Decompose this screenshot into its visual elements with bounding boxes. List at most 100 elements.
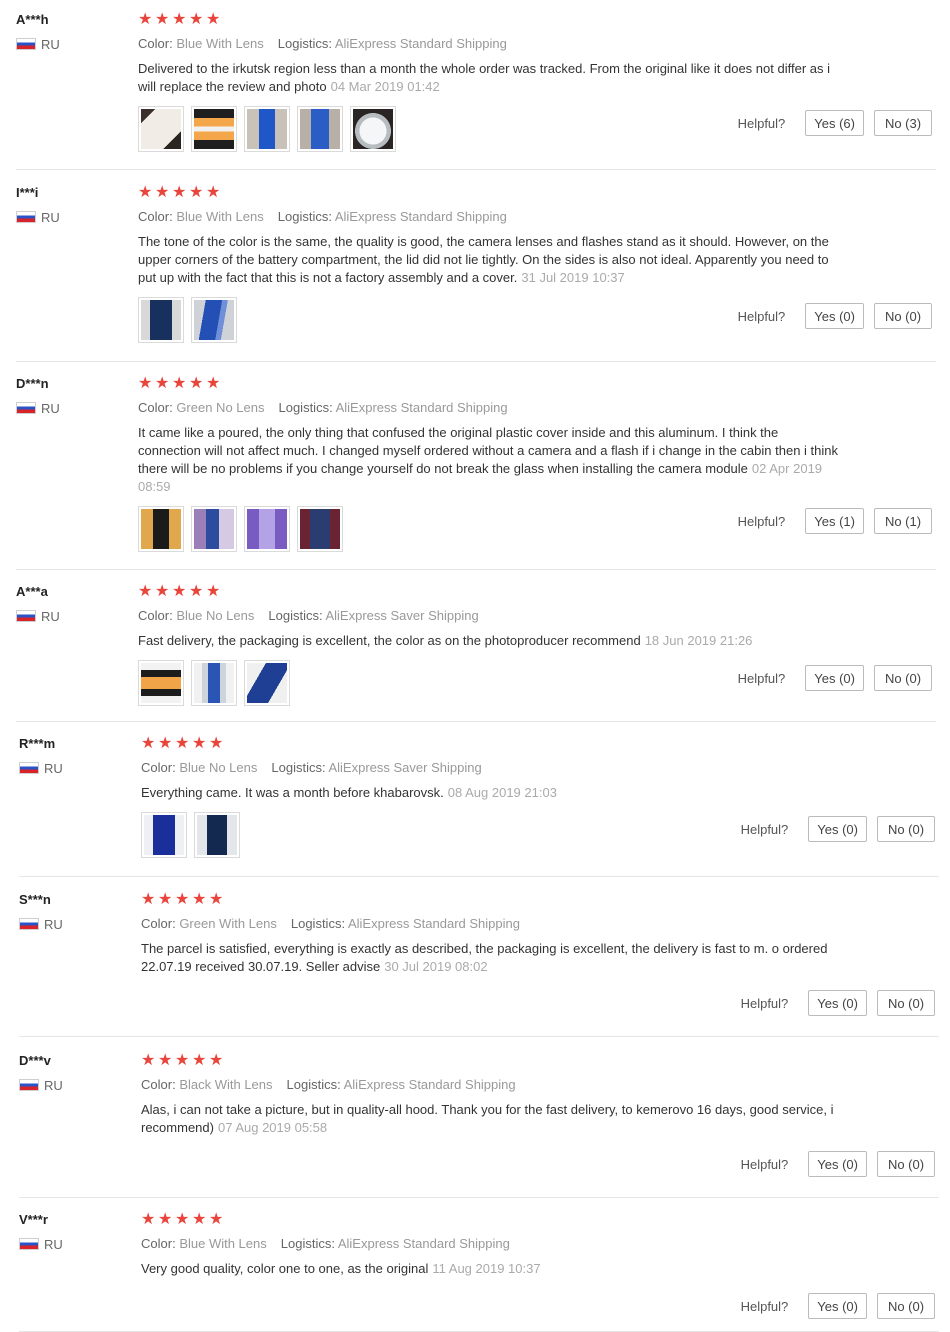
photo-thumbnail[interactable] [138, 106, 184, 152]
helpful-yes-button[interactable]: Yes (0) [808, 1293, 867, 1319]
rating-stars: ★ ★ ★ ★ ★ [138, 376, 838, 392]
star-icon: ★ [192, 891, 208, 908]
country-code: RU [44, 1236, 63, 1252]
review-date: 30 Jul 2019 08:02 [384, 959, 488, 974]
reviewer-name: S***n [19, 892, 51, 907]
photo-thumbnail[interactable] [244, 660, 290, 706]
helpful-votes: Helpful? Yes (0) No (0) [741, 1293, 935, 1319]
logistics-label: Logistics: [277, 209, 332, 224]
helpful-no-button[interactable]: No (0) [877, 816, 935, 842]
review-divider [16, 569, 936, 570]
photo-thumbnail[interactable] [350, 106, 396, 152]
star-icon: ★ [209, 1211, 225, 1228]
photo-thumbnail[interactable] [244, 106, 290, 152]
helpful-yes-button[interactable]: Yes (0) [805, 665, 864, 691]
review-text: Very good quality, color one to one, as … [141, 1260, 841, 1278]
review-text: The parcel is satisfied, everything is e… [141, 940, 841, 976]
review-divider [16, 169, 936, 170]
helpful-yes-button[interactable]: Yes (0) [805, 303, 864, 329]
photo-thumbnail[interactable] [191, 106, 237, 152]
review-text: Delivered to the irkutsk region less tha… [138, 60, 838, 96]
review-meta: Color: Blue With Lens Logistics: AliExpre… [138, 36, 838, 52]
star-icon: ★ [141, 1052, 157, 1069]
country-code: RU [44, 760, 63, 776]
rating-stars: ★ ★ ★ ★ ★ [141, 1053, 851, 1069]
review-date: 08 Aug 2019 21:03 [447, 785, 557, 800]
review-body: Everything came. It was a month before k… [141, 785, 444, 800]
review-item: I***i RU ★ ★ ★ ★ ★ Color: Blue With Lens Logisti… [16, 173, 936, 362]
flag-ru-icon [16, 402, 36, 414]
helpful-no-button[interactable]: No (1) [874, 508, 932, 534]
star-icon: ★ [189, 583, 205, 600]
star-icon: ★ [175, 891, 191, 908]
photo-thumbnail[interactable] [191, 660, 237, 706]
helpful-votes: Helpful? Yes (1) No (1) [738, 508, 932, 534]
reviewer-info: A***h RU [16, 12, 126, 52]
helpful-yes-button[interactable]: Yes (6) [805, 110, 864, 136]
review-text: Alas, i can not take a picture, but in q… [141, 1101, 851, 1137]
logistics-value: AliExpress Standard Shipping [347, 916, 520, 931]
helpful-label: Helpful? [737, 670, 786, 686]
review-date: 11 Aug 2019 10:37 [432, 1261, 541, 1276]
star-icon: ★ [141, 735, 157, 752]
logistics-label: Logistics: [286, 1077, 341, 1092]
star-icon: ★ [209, 735, 225, 752]
star-icon: ★ [172, 11, 188, 28]
helpful-yes-button[interactable]: Yes (0) [808, 816, 867, 842]
helpful-no-button[interactable]: No (0) [874, 665, 932, 691]
helpful-label: Helpful? [740, 1298, 789, 1314]
color-label: Color: [141, 916, 176, 931]
logistics-value: AliExpress Standard Shipping [334, 209, 507, 224]
color-label: Color: [141, 760, 176, 775]
color-label: Color: [138, 209, 173, 224]
rating-stars: ★ ★ ★ ★ ★ [141, 892, 841, 908]
review-text: The tone of the color is the same, the q… [138, 233, 838, 287]
star-icon: ★ [189, 11, 205, 28]
review-divider [19, 1036, 939, 1037]
star-icon: ★ [189, 375, 205, 392]
phone-screen-image [141, 509, 181, 549]
photo-thumbnail[interactable] [194, 812, 240, 858]
photo-thumbnail[interactable] [297, 106, 343, 152]
review-meta: Color: Blue No Lens Logistics: AliExpress… [141, 760, 841, 776]
photo-thumbnail[interactable] [141, 812, 187, 858]
photo-thumbnail[interactable] [244, 506, 290, 552]
photo-thumbnail[interactable] [297, 506, 343, 552]
box-clear-phone-image [194, 663, 234, 703]
phone-blue-side-image [194, 300, 234, 340]
photo-thumbnail[interactable] [191, 506, 237, 552]
photo-thumbnail[interactable] [138, 297, 184, 343]
logistics-label: Logistics: [268, 608, 323, 623]
box-white-image [141, 109, 181, 149]
star-icon: ★ [206, 583, 222, 600]
photo-thumbnail[interactable] [138, 506, 184, 552]
review-meta: Color: Green No Lens Logistics: AliExpres… [138, 400, 838, 416]
star-icon: ★ [158, 1052, 174, 1069]
star-icon: ★ [206, 11, 222, 28]
review-body: It came like a poured, the only thing th… [138, 425, 839, 476]
logistics-value: AliExpress Standard Shipping [335, 400, 508, 415]
review-photos [138, 106, 838, 152]
helpful-no-button[interactable]: No (0) [877, 1151, 935, 1177]
country-code: RU [41, 209, 60, 225]
rating-stars: ★ ★ ★ ★ ★ [138, 584, 838, 600]
helpful-label: Helpful? [740, 821, 789, 837]
helpful-no-button[interactable]: No (0) [874, 303, 932, 329]
review-date: 07 Aug 2019 05:58 [217, 1120, 328, 1135]
logistics-value: AliExpress Saver Shipping [325, 608, 479, 623]
helpful-no-button[interactable]: No (3) [874, 110, 932, 136]
helpful-no-button[interactable]: No (0) [877, 990, 935, 1016]
photo-thumbnail[interactable] [191, 297, 237, 343]
review-text: Fast delivery, the packaging is excellen… [138, 632, 838, 650]
helpful-yes-button[interactable]: Yes (0) [808, 990, 867, 1016]
photo-thumbnail[interactable] [138, 660, 184, 706]
logistics-label: Logistics: [280, 1236, 335, 1251]
phone-violet-image [247, 509, 287, 549]
helpful-yes-button[interactable]: Yes (0) [808, 1151, 867, 1177]
phone-blue-angle-image [247, 663, 287, 703]
logistics-label: Logistics: [290, 916, 346, 931]
country-code: RU [41, 400, 60, 416]
helpful-no-button[interactable]: No (0) [877, 1293, 935, 1319]
color-value: Blue With Lens [176, 209, 264, 224]
helpful-yes-button[interactable]: Yes (1) [805, 508, 864, 534]
